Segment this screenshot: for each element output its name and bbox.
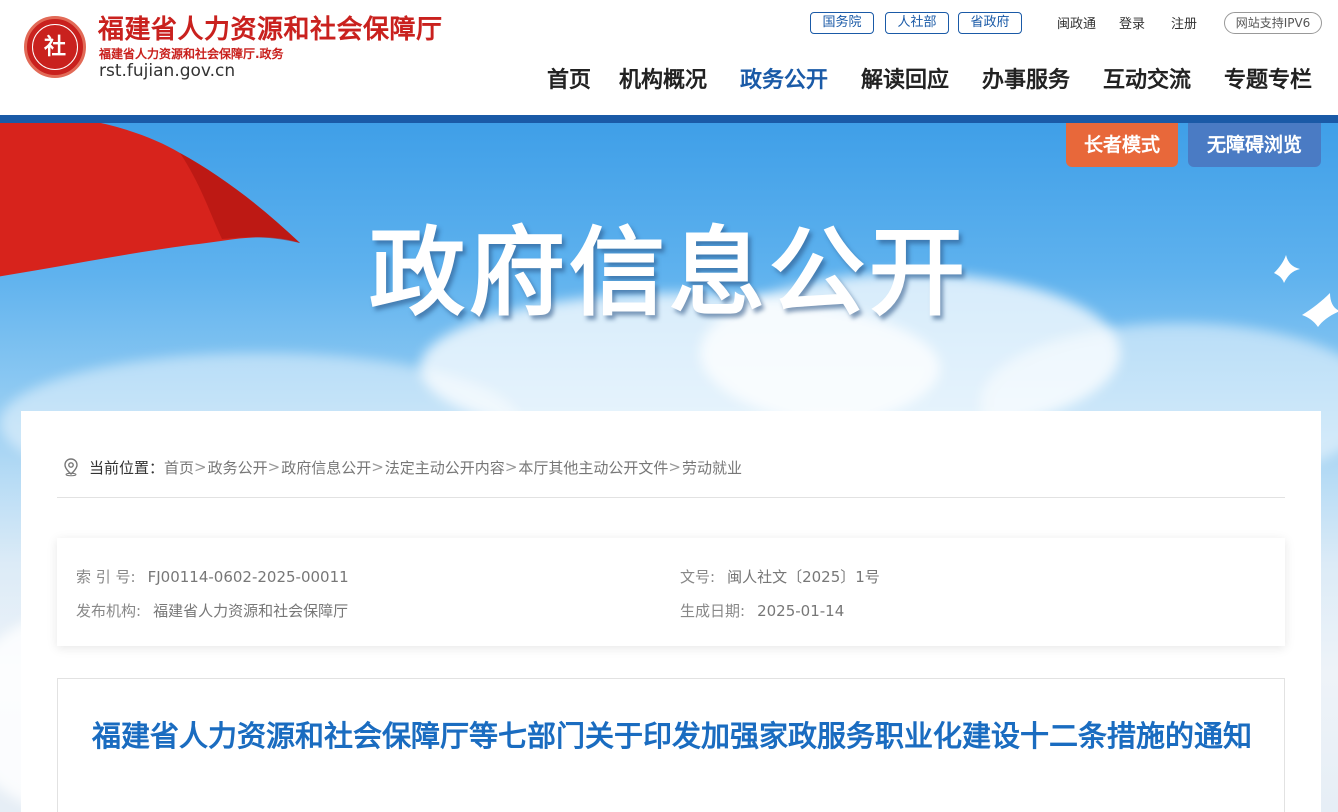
- link-mohrss[interactable]: 人社部: [885, 12, 949, 34]
- breadcrumb-divider: [57, 497, 1285, 498]
- document-metadata-card: 索 引 号: FJ00114-0602-2025-00011 文号: 闽人社文〔20…: [57, 538, 1285, 646]
- nav-gov-affairs[interactable]: 政务公开: [740, 62, 828, 94]
- breadcrumb: 当前位置： 首页 > 政务公开 > 政府信息公开 > 法定主动公开内容 > 本厅…: [61, 456, 742, 478]
- breadcrumb-labor-employment[interactable]: 劳动就业: [682, 457, 742, 478]
- document-body: 福建省人力资源和社会保障厅等七部门关于印发加强家政服务职业化建设十二条措施的通知: [57, 678, 1285, 812]
- site-domain: rst.fujian.gov.cn: [99, 61, 236, 81]
- breadcrumb-separator: >: [668, 458, 681, 476]
- breadcrumb-info-disclosure[interactable]: 政府信息公开: [281, 457, 371, 478]
- nav-interpretation[interactable]: 解读回应: [861, 62, 949, 94]
- publisher-value: 福建省人力资源和社会保障厅: [153, 602, 349, 620]
- breadcrumb-home[interactable]: 首页: [164, 457, 194, 478]
- publisher-label: 发布机构:: [76, 602, 142, 620]
- breadcrumb-separator: >: [194, 458, 207, 476]
- breadcrumb-lead: 当前位置：: [89, 458, 165, 477]
- ipv6-badge: 网站支持IPV6: [1224, 12, 1322, 34]
- breadcrumb-other-files[interactable]: 本厅其他主动公开文件: [518, 457, 668, 478]
- site-header: 社 福建省人力资源和社会保障厅 福建省人力资源和社会保障厅.政务 rst.fuj…: [0, 0, 1338, 115]
- document-number-label: 文号:: [680, 568, 716, 586]
- login-link[interactable]: 登录: [1119, 13, 1145, 32]
- register-link[interactable]: 注册: [1171, 13, 1197, 32]
- date-value: 2025-01-14: [757, 602, 845, 620]
- breadcrumb-statutory-content[interactable]: 法定主动公开内容: [385, 457, 505, 478]
- breadcrumb-separator: >: [267, 458, 281, 476]
- site-title[interactable]: 福建省人力资源和社会保障厅: [98, 9, 443, 46]
- nav-services[interactable]: 办事服务: [982, 62, 1070, 94]
- site-subtitle: 福建省人力资源和社会保障厅.政务: [99, 47, 284, 61]
- index-number-value: FJ00114-0602-2025-00011: [147, 568, 349, 586]
- document-number-value: 闽人社文〔2025〕1号: [727, 568, 880, 586]
- seal-glyph: 社: [43, 34, 66, 60]
- date-row: 生成日期: 2025-01-14: [680, 600, 844, 621]
- link-provincial-gov[interactable]: 省政府: [958, 12, 1022, 34]
- link-minzhengtong[interactable]: 闽政通: [1057, 13, 1096, 32]
- document-number-row: 文号: 闽人社文〔2025〕1号: [680, 566, 880, 587]
- breadcrumb-gov-affairs[interactable]: 政务公开: [208, 457, 268, 478]
- breadcrumb-separator: >: [371, 458, 384, 476]
- nav-special-topics[interactable]: 专题专栏: [1224, 62, 1312, 94]
- nav-home[interactable]: 首页: [547, 62, 591, 94]
- date-label: 生成日期:: [680, 602, 746, 620]
- index-number-label: 索 引 号:: [76, 568, 136, 586]
- elder-mode-button[interactable]: 长者模式: [1066, 123, 1178, 167]
- publisher-row: 发布机构: 福建省人力资源和社会保障厅: [76, 600, 348, 621]
- document-title: 福建省人力资源和社会保障厅等七部门关于印发加强家政服务职业化建设十二条措施的通知: [91, 719, 1252, 753]
- header-divider-bar: [0, 115, 1338, 123]
- ministry-seal-logo[interactable]: 社: [24, 16, 86, 78]
- index-number-row: 索 引 号: FJ00114-0602-2025-00011: [76, 566, 349, 587]
- banner-title: 政府信息公开: [369, 217, 969, 329]
- nav-interaction[interactable]: 互动交流: [1103, 62, 1191, 94]
- location-pin-icon: [64, 458, 78, 477]
- accessibility-button[interactable]: 无障碍浏览: [1188, 123, 1321, 167]
- nav-organization[interactable]: 机构概况: [619, 62, 707, 94]
- link-state-council[interactable]: 国务院: [810, 12, 874, 34]
- content-panel: 当前位置： 首页 > 政务公开 > 政府信息公开 > 法定主动公开内容 > 本厅…: [21, 411, 1321, 812]
- breadcrumb-separator: >: [504, 458, 518, 476]
